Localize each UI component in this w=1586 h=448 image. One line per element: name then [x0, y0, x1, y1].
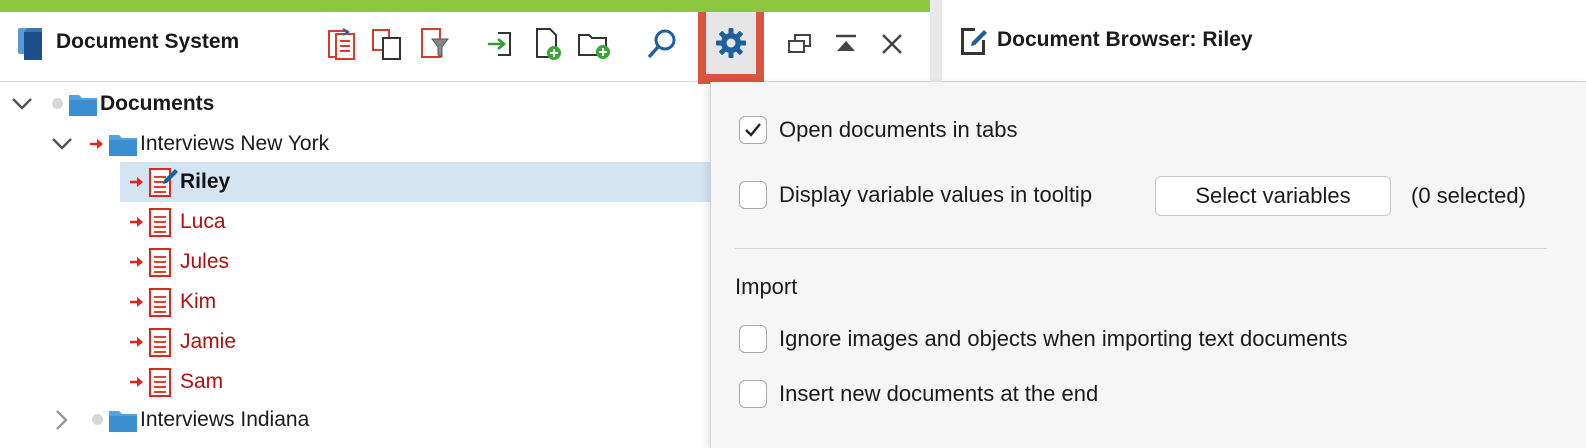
- document-icon: [149, 328, 171, 357]
- document-browser-panel: Document Browser: Riley: [942, 0, 1586, 82]
- option-label: Insert new documents at the end: [779, 381, 1099, 406]
- document-label: Luca: [180, 210, 226, 233]
- options-divider: [735, 248, 1547, 249]
- tree-document-riley[interactable]: Riley: [120, 162, 710, 202]
- document-system-icon: [18, 28, 42, 60]
- tree-group-interviews-indiana[interactable]: Interviews Indiana: [0, 400, 710, 440]
- status-dot: [92, 414, 103, 425]
- activation-arrow-icon[interactable]: [130, 376, 144, 388]
- document-system-toolbar: Document System: [0, 12, 930, 84]
- document-label: Jamie: [180, 330, 237, 353]
- activation-arrow-icon[interactable]: [90, 138, 104, 150]
- tree-document-luca[interactable]: Luca: [120, 202, 710, 242]
- document-icon: [149, 248, 171, 277]
- panel-accent-bar: [0, 0, 930, 12]
- document-label: Jules: [180, 250, 230, 273]
- activation-arrow-icon[interactable]: [130, 256, 144, 268]
- import-section-heading: Import: [735, 274, 798, 299]
- new-document-group-icon[interactable]: [574, 24, 614, 64]
- folder-icon: [69, 95, 97, 116]
- document-edit-icon: [149, 168, 178, 197]
- selected-count-label: (0 selected): [1411, 183, 1526, 208]
- activation-arrow-icon[interactable]: [130, 176, 144, 188]
- option-label: Ignore images and objects when importing…: [779, 326, 1348, 351]
- option-ignore-images[interactable]: Ignore images and objects when importing…: [739, 325, 1348, 353]
- settings-dropdown: Open documents in tabs Display variable …: [710, 82, 1586, 448]
- tree-root-label: Documents: [100, 92, 215, 115]
- close-icon[interactable]: [872, 24, 912, 64]
- chevron-down-icon[interactable]: [10, 92, 34, 116]
- chevron-right-icon[interactable]: [50, 408, 74, 432]
- new-document-icon[interactable]: [528, 24, 568, 64]
- checkmark-icon: [745, 123, 761, 137]
- document-browser-title: Document Browser: Riley: [997, 28, 1253, 51]
- settings-button[interactable]: [698, 12, 764, 84]
- display-variables-checkbox[interactable]: [739, 181, 767, 209]
- tree-group-label: Interviews New York: [140, 132, 330, 155]
- duplicate-documents-icon[interactable]: [367, 24, 407, 64]
- undock-window-icon[interactable]: [780, 24, 820, 64]
- panel-title: Document System: [56, 30, 240, 53]
- search-icon[interactable]: [642, 24, 682, 64]
- tree-document-sam[interactable]: Sam: [120, 362, 710, 402]
- option-open-in-tabs[interactable]: Open documents in tabs: [739, 116, 1017, 144]
- filter-documents-icon[interactable]: [414, 24, 454, 64]
- select-variables-button[interactable]: Select variables: [1155, 176, 1391, 216]
- gear-icon: [716, 28, 746, 58]
- tree-document-kim[interactable]: Kim: [120, 282, 710, 322]
- tree-group-label: Interviews Indiana: [140, 408, 310, 431]
- document-label: Riley: [180, 170, 231, 193]
- option-label: Display variable values in tooltip: [779, 182, 1093, 207]
- tree-document-jamie[interactable]: Jamie: [120, 322, 710, 362]
- tree-group-interviews-new-york[interactable]: Interviews New York: [0, 124, 710, 164]
- document-icon: [149, 368, 171, 397]
- insert-at-end-checkbox[interactable]: [739, 380, 767, 408]
- folder-icon: [109, 411, 137, 432]
- option-label: Open documents in tabs: [779, 117, 1018, 142]
- document-label: Kim: [180, 290, 217, 313]
- ignore-images-checkbox[interactable]: [739, 325, 767, 353]
- folder-icon: [109, 135, 137, 156]
- tree-document-jules[interactable]: Jules: [120, 242, 710, 282]
- collapse-window-icon[interactable]: [826, 24, 866, 64]
- tree-root-documents[interactable]: Documents: [0, 84, 710, 124]
- document-edit-icon: [961, 28, 987, 55]
- activation-arrow-icon[interactable]: [130, 336, 144, 348]
- retrieved-segments-icon[interactable]: [322, 24, 362, 64]
- document-icon: [149, 288, 171, 317]
- document-label: Sam: [180, 370, 224, 393]
- option-display-variables[interactable]: Display variable values in tooltip: [739, 181, 1092, 209]
- chevron-down-icon[interactable]: [50, 132, 74, 156]
- status-dot: [52, 98, 63, 109]
- activation-arrow-icon[interactable]: [130, 296, 144, 308]
- open-in-tabs-checkbox[interactable]: [739, 116, 767, 144]
- import-icon[interactable]: [480, 24, 520, 64]
- activation-arrow-icon[interactable]: [130, 216, 144, 228]
- option-insert-at-end[interactable]: Insert new documents at the end: [739, 380, 1098, 408]
- document-icon: [149, 208, 171, 237]
